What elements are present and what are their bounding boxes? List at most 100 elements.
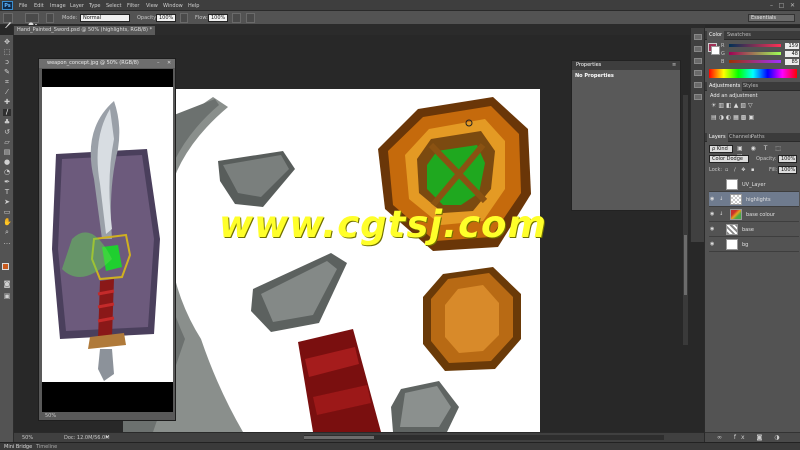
zoom-tool-icon[interactable]: ⌕ [3, 229, 11, 236]
background-color-chip[interactable] [711, 46, 720, 55]
tab-paths[interactable]: Paths [749, 133, 767, 142]
layer-filter-kind[interactable]: ρ Kind [709, 145, 733, 153]
brush-panel-icon[interactable] [694, 58, 702, 64]
adjustment-icons-row-1[interactable]: ☀▥◧▲▧▽ [711, 102, 795, 111]
healing-brush-tool-icon[interactable]: ✚ [3, 99, 11, 106]
layer-name[interactable]: base colour [746, 212, 775, 218]
menu-select[interactable]: Select [106, 3, 121, 9]
status-arrow-icon[interactable]: ▸ [106, 435, 109, 440]
layer-name[interactable]: bg [742, 242, 748, 248]
tab-color[interactable]: Color [707, 31, 725, 40]
menu-help[interactable]: Help [188, 3, 199, 9]
menu-layer[interactable]: Layer [70, 3, 84, 9]
move-tool-icon[interactable]: ✥ [3, 39, 11, 46]
eye-icon[interactable]: ◉ [710, 226, 716, 232]
pen-tool-icon[interactable]: ✒ [3, 179, 11, 186]
eraser-tool-icon[interactable]: ▱ [3, 139, 11, 146]
tab-layers[interactable]: Layers [707, 133, 728, 142]
layer-row-base[interactable]: ◉ base [709, 222, 799, 237]
eye-icon[interactable]: ◉ [710, 211, 716, 217]
crop-tool-icon[interactable]: ⌗ [3, 79, 11, 86]
layer-filter-icons[interactable]: ▣ ◉ T ⬚ ▤ [737, 145, 797, 160]
tab-adjustments[interactable]: Adjustments [707, 82, 743, 91]
layer-name[interactable]: base [742, 227, 754, 233]
document-tab[interactable]: Hand_Painted_Sword.psd @ 50% (highlights… [14, 26, 156, 35]
paragraph-panel-icon[interactable] [694, 94, 702, 100]
menu-view[interactable]: View [146, 3, 158, 9]
menu-file[interactable]: File [19, 3, 27, 9]
actions-panel-icon[interactable] [694, 46, 702, 52]
eyedropper-tool-icon[interactable]: ⁄ [3, 89, 11, 96]
properties-tab[interactable]: Properties [576, 63, 601, 68]
layer-name[interactable]: UV_Layer [742, 182, 766, 188]
history-brush-tool-icon[interactable]: ↺ [3, 129, 11, 136]
workspace-select[interactable]: Essentials [748, 14, 795, 22]
blend-mode-select[interactable]: Color Dodge [709, 155, 749, 163]
path-select-tool-icon[interactable]: ➤ [3, 199, 11, 206]
quick-select-tool-icon[interactable]: ✎ [3, 69, 11, 76]
horizontal-scrollbar[interactable] [304, 435, 664, 440]
adjustment-icons-row-2[interactable]: ▤◑◐▦▩▣ [711, 114, 795, 123]
menu-image[interactable]: Image [50, 3, 66, 9]
lasso-tool-icon[interactable]: ↄ [3, 59, 11, 66]
quick-mask-icon[interactable]: ◙ [3, 281, 11, 288]
menu-filter[interactable]: Filter [127, 3, 139, 9]
blue-value[interactable]: 85 [785, 59, 799, 65]
character-panel-icon[interactable] [694, 82, 702, 88]
layer-row-base-colour[interactable]: ◉ ↓ base colour [709, 207, 799, 222]
hand-tool-icon[interactable]: ✋ [3, 219, 12, 226]
menu-edit[interactable]: Edit [34, 3, 44, 9]
minimize-icon[interactable]: – [768, 2, 775, 9]
type-tool-icon[interactable]: T [3, 189, 11, 196]
maximize-icon[interactable]: □ [778, 2, 785, 9]
scrollbar-thumb[interactable] [304, 436, 374, 439]
menu-type[interactable]: Type [89, 3, 100, 9]
brush-preset-icon[interactable] [3, 13, 13, 28]
tab-timeline[interactable]: Timeline [36, 445, 57, 450]
screen-mode-icon[interactable]: ▣ [3, 293, 11, 300]
layer-row-highlights[interactable]: ◉ ↓ highlights [709, 192, 799, 207]
eye-icon[interactable]: ◉ [710, 196, 716, 202]
document-canvas[interactable] [123, 89, 540, 432]
status-zoom[interactable]: 50% [22, 436, 33, 441]
green-slider[interactable]: G 48 [721, 51, 799, 57]
fill-input[interactable]: 100% [778, 166, 797, 174]
minimize-icon[interactable]: – [157, 61, 160, 66]
menu-window[interactable]: Window [163, 3, 183, 9]
foreground-color-swatch[interactable] [2, 263, 9, 270]
green-value[interactable]: 48 [785, 51, 799, 57]
color-spectrum-bar[interactable] [709, 69, 797, 78]
layer-row-bg[interactable]: ◉ bg [709, 237, 799, 252]
mode-select[interactable]: Normal [80, 14, 130, 22]
layers-footer-buttons[interactable]: ∞ fx ◙ ◑ ▭ ▣ 🗑 [705, 432, 800, 450]
gradient-tool-icon[interactable]: ▤ [3, 149, 11, 156]
opacity-pressure-icon[interactable] [180, 13, 188, 23]
tab-styles[interactable]: Styles [741, 82, 760, 91]
flow-input[interactable]: 100% [208, 14, 228, 22]
airbrush-icon[interactable] [232, 13, 241, 23]
eye-icon[interactable]: ◉ [710, 241, 716, 247]
brush-panel-toggle-icon[interactable] [46, 13, 54, 23]
visibility-toggle-icon[interactable] [710, 181, 716, 187]
reference-window-title[interactable]: weapon_concept.jpg @ 50% (RGB/8) [39, 59, 175, 68]
shape-tool-icon[interactable]: ▭ [3, 209, 11, 216]
tab-swatches[interactable]: Swatches [725, 31, 753, 40]
red-slider[interactable]: R 159 [721, 43, 799, 49]
panel-menu-icon[interactable]: ≡ [672, 63, 676, 68]
red-value[interactable]: 159 [785, 43, 799, 49]
opacity-input[interactable]: 100% [156, 14, 176, 22]
more-tools-icon[interactable]: … [3, 239, 11, 246]
size-pressure-icon[interactable] [246, 13, 255, 23]
history-panel-icon[interactable] [694, 34, 702, 40]
blue-slider[interactable]: B 85 [721, 59, 799, 65]
reference-image-window[interactable]: weapon_concept.jpg @ 50% (RGB/8) – ✕ 50% [38, 58, 176, 421]
clone-source-panel-icon[interactable] [694, 70, 702, 76]
marquee-tool-icon[interactable]: ⬚ [3, 49, 11, 56]
layer-row-uv-layer[interactable]: UV_Layer [709, 177, 799, 192]
dodge-tool-icon[interactable]: ◔ [3, 169, 11, 176]
brush-tool-icon[interactable]: ∕ [3, 109, 11, 116]
scrollbar-thumb[interactable] [684, 235, 687, 295]
lock-icons[interactable]: ▫ ∕ ✥ ▪ [725, 168, 756, 173]
layer-name[interactable]: highlights [746, 197, 771, 203]
layer-opacity-input[interactable]: 100% [778, 155, 797, 163]
